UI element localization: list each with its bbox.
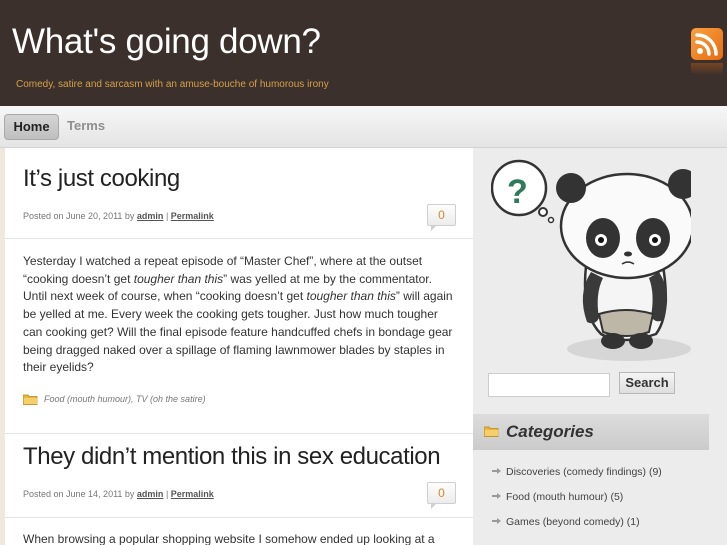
post-title[interactable]: They didn’t mention this in sex educatio… <box>23 443 441 471</box>
post-divider <box>5 517 473 518</box>
categories-widget-header: Categories <box>473 414 709 450</box>
meta-separator: | <box>163 489 171 499</box>
panda-mascot-illustration: ? <box>491 159 691 361</box>
sidebar: ? Search Categories Discoveries (comedy … <box>473 148 727 545</box>
categories-title: Categories <box>506 422 594 441</box>
arrow-right-icon <box>492 518 501 524</box>
post-title[interactable]: It’s just cooking <box>23 165 180 193</box>
nav-home-tab[interactable]: Home <box>4 114 59 140</box>
category-item[interactable]: Discoveries (comedy findings) (9) <box>492 466 662 478</box>
rss-reflection <box>691 63 723 75</box>
arrow-right-icon <box>492 493 501 499</box>
post-body-text: “cooking doesn’t get <box>23 271 134 286</box>
post-body-text: Yesterday I watched a repeat episode of … <box>23 254 423 268</box>
category-link[interactable]: Games (beyond comedy) (1) <box>506 516 640 528</box>
rss-feed-icon[interactable] <box>691 28 723 60</box>
post-author-link[interactable]: admin <box>137 211 164 221</box>
post-meta: Posted on June 20, 2011 by admin | Perma… <box>23 211 214 221</box>
meta-separator: | <box>163 211 171 221</box>
search-input[interactable] <box>488 373 610 397</box>
post-meta: Posted on June 14, 2011 by admin | Perma… <box>23 489 214 499</box>
category-link[interactable]: Discoveries (comedy findings) (9) <box>506 466 662 478</box>
search-button[interactable]: Search <box>619 372 675 394</box>
post-categories: Food (mouth humour), TV (oh the satire) <box>23 394 206 406</box>
comment-count-bubble[interactable]: 0 <box>427 204 456 231</box>
category-item[interactable]: Games (beyond comedy) (1) <box>492 516 640 528</box>
comment-count-bubble[interactable]: 0 <box>427 482 456 509</box>
site-header: What's going down? Comedy, satire and sa… <box>0 0 727 106</box>
post-author-link[interactable]: admin <box>137 489 164 499</box>
nav-terms-tab[interactable]: Terms <box>67 118 105 133</box>
svg-text:?: ? <box>507 173 528 211</box>
permalink-link[interactable]: Permalink <box>171 489 214 499</box>
category-item[interactable]: Food (mouth humour) (5) <box>492 491 623 503</box>
site-tagline: Comedy, satire and sarcasm with an amuse… <box>16 79 329 90</box>
main-content: It’s just cooking Posted on June 20, 201… <box>5 148 473 545</box>
permalink-link[interactable]: Permalink <box>171 211 214 221</box>
folder-icon <box>484 426 499 437</box>
arrow-right-icon <box>492 468 501 474</box>
post-categories-links[interactable]: Food (mouth humour), TV (oh the satire) <box>44 394 206 404</box>
post-divider <box>5 238 473 239</box>
folder-icon <box>23 394 38 406</box>
post-divider <box>5 433 473 434</box>
post-date: Posted on June 14, 2011 by <box>23 489 137 499</box>
post-body-emphasis: tougher than this <box>306 289 396 304</box>
post-body: When browsing a popular shopping website… <box>23 532 435 545</box>
post-body: Yesterday I watched a repeat episode of … <box>23 253 455 377</box>
main-navigation: Home Terms <box>0 106 727 148</box>
post-body-emphasis: tougher than this <box>133 271 224 286</box>
category-link[interactable]: Food (mouth humour) (5) <box>506 491 623 503</box>
post-date: Posted on June 20, 2011 by <box>23 211 137 221</box>
site-title[interactable]: What's going down? <box>12 22 321 62</box>
